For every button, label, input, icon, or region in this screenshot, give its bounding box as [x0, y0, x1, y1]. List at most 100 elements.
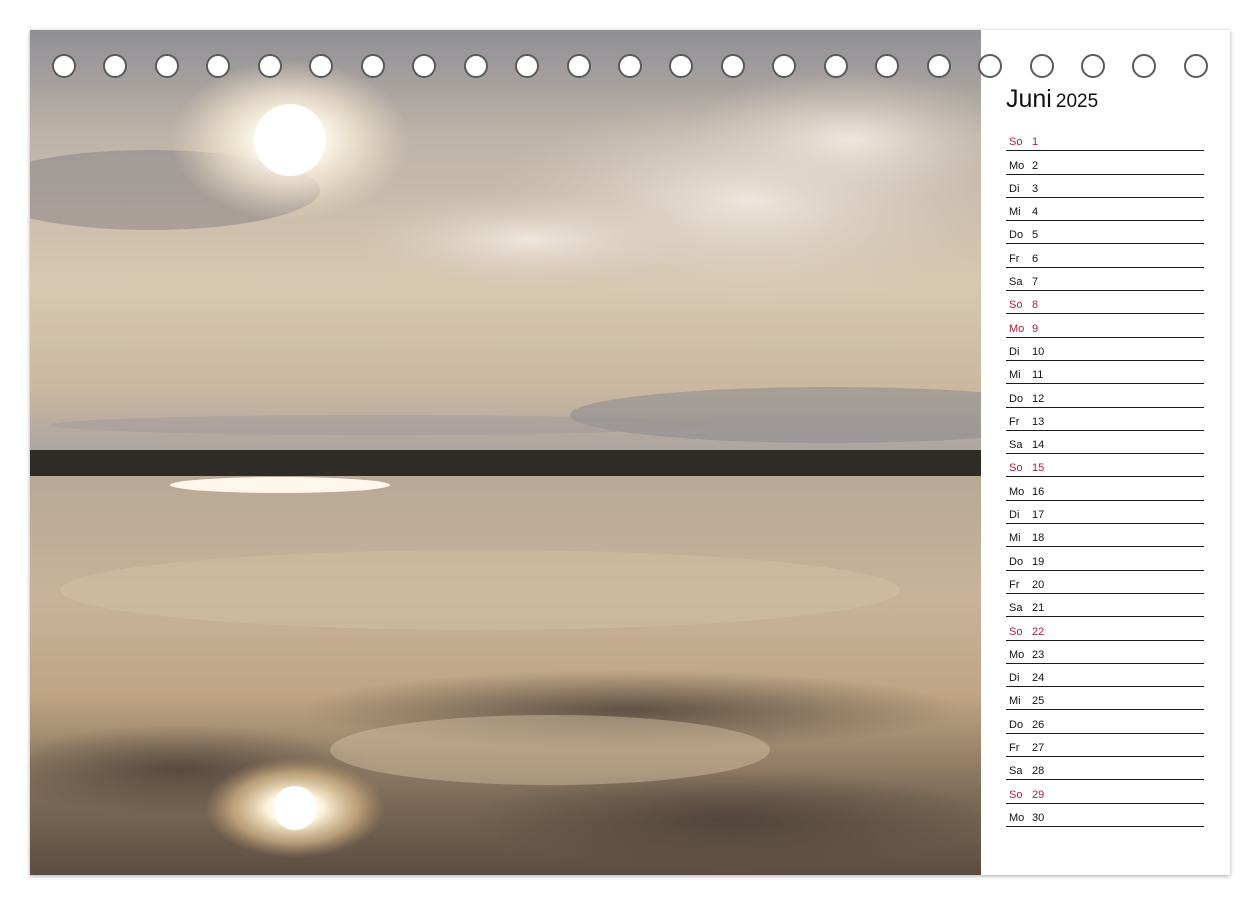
day-number: 13	[1032, 415, 1045, 428]
day-row: Do 19	[1006, 547, 1204, 571]
binding-ring	[103, 54, 128, 78]
weekday-label: So	[1009, 136, 1023, 149]
day-row: Di 24	[1006, 664, 1204, 688]
day-number: 16	[1032, 485, 1045, 498]
month-title: Juni 2025	[1006, 85, 1098, 114]
day-number: 28	[1032, 765, 1045, 778]
binding-ring	[566, 54, 591, 78]
weekday-label: Sa	[1009, 439, 1023, 452]
binding-ring	[412, 54, 437, 78]
spiral-binding	[52, 54, 1222, 80]
weekday-label: Mi	[1009, 532, 1021, 545]
day-row: Sa 7	[1006, 268, 1204, 292]
day-number: 4	[1032, 206, 1039, 219]
day-number: 14	[1032, 439, 1045, 452]
day-row: So 8	[1006, 291, 1204, 315]
binding-ring	[617, 54, 642, 78]
day-number: 22	[1032, 625, 1045, 638]
binding-ring	[669, 54, 694, 78]
weekday-label: Sa	[1009, 276, 1023, 289]
year-label: 2025	[1055, 91, 1099, 112]
weekday-label: Sa	[1009, 602, 1023, 615]
weekday-label: Di	[1009, 509, 1020, 522]
binding-ring	[463, 54, 488, 78]
day-list: So 1 Mo 2 Di 3 Mi 4 Do 5 Fr 6 Sa 7 So 8 Mo 9 Di 10 Mi 11 Do 12 F…	[1006, 128, 1204, 827]
weekday-label: Fr	[1009, 578, 1020, 591]
weekday-label: Fr	[1009, 415, 1020, 428]
day-row: Mo 23	[1006, 641, 1204, 664]
day-row: Mo 30	[1006, 804, 1204, 827]
weekday-label: Do	[1009, 718, 1024, 731]
day-number: 29	[1032, 788, 1045, 801]
binding-ring	[154, 54, 179, 78]
weekday-label: Do	[1009, 229, 1024, 242]
day-row: Mi 18	[1006, 524, 1204, 548]
month-name: Juni	[1006, 85, 1052, 113]
binding-ring	[360, 54, 385, 78]
binding-ring	[823, 54, 848, 78]
day-row: So 1	[1006, 128, 1204, 152]
day-number: 30	[1032, 811, 1045, 824]
binding-ring	[1029, 54, 1054, 78]
weekday-label: Do	[1009, 555, 1024, 568]
day-number: 25	[1032, 695, 1045, 708]
day-number: 7	[1032, 276, 1039, 289]
binding-ring	[772, 54, 797, 78]
weekday-label: So	[1009, 788, 1023, 801]
weekday-label: Mi	[1009, 695, 1021, 708]
weekday-label: So	[1009, 625, 1023, 638]
day-row: So 22	[1006, 617, 1204, 641]
day-row: So 29	[1006, 780, 1204, 804]
day-number: 26	[1032, 718, 1045, 731]
day-row: So 15	[1006, 454, 1204, 478]
weekday-label: Mo	[1009, 811, 1025, 824]
day-number: 23	[1032, 648, 1045, 661]
day-row: Di 10	[1006, 338, 1204, 361]
day-row: Mo 2	[1006, 151, 1204, 175]
lake-sunset-illustration	[30, 30, 981, 875]
day-row: Fr 13	[1006, 408, 1204, 431]
day-number: 6	[1032, 252, 1039, 265]
day-number: 3	[1032, 182, 1039, 195]
day-number: 17	[1032, 509, 1045, 522]
day-number: 1	[1032, 136, 1039, 149]
day-number: 11	[1032, 369, 1044, 382]
binding-ring	[926, 54, 951, 78]
weekday-label: Mo	[1009, 159, 1025, 172]
day-number: 24	[1032, 672, 1045, 685]
day-row: Mi 11	[1006, 361, 1204, 385]
day-row: Sa 21	[1006, 594, 1204, 618]
day-number: 9	[1032, 322, 1039, 335]
weekday-label: Mo	[1009, 322, 1025, 335]
day-number: 8	[1032, 299, 1039, 312]
day-row: Mi 4	[1006, 198, 1204, 222]
weekday-label: Mi	[1009, 369, 1021, 382]
weekday-label: Do	[1009, 392, 1024, 405]
binding-ring	[257, 54, 282, 78]
binding-ring	[309, 54, 334, 78]
weekday-label: Sa	[1009, 765, 1023, 778]
lake-sunset-photo	[30, 30, 981, 875]
weekday-label: Di	[1009, 672, 1020, 685]
weekday-label: So	[1009, 462, 1023, 475]
day-number: 2	[1032, 159, 1039, 172]
binding-ring	[1081, 54, 1105, 78]
day-number: 12	[1032, 392, 1045, 405]
binding-ring	[1183, 54, 1208, 78]
weekday-label: Di	[1009, 182, 1020, 195]
binding-ring	[52, 54, 76, 78]
day-row: Di 3	[1006, 175, 1204, 198]
day-row: Fr 27	[1006, 734, 1204, 758]
day-row: Sa 14	[1006, 431, 1204, 455]
weekday-label: Fr	[1009, 742, 1020, 755]
day-number: 5	[1032, 229, 1039, 242]
day-number: 10	[1032, 345, 1045, 358]
day-row: Do 26	[1006, 710, 1204, 734]
weekday-label: Mi	[1009, 206, 1021, 219]
day-number: 19	[1032, 555, 1045, 568]
weekday-label: Fr	[1009, 252, 1020, 265]
weekday-label: Di	[1009, 345, 1020, 358]
weekday-label: So	[1009, 299, 1023, 312]
binding-ring	[1132, 54, 1157, 78]
day-row: Di 17	[1006, 501, 1204, 525]
